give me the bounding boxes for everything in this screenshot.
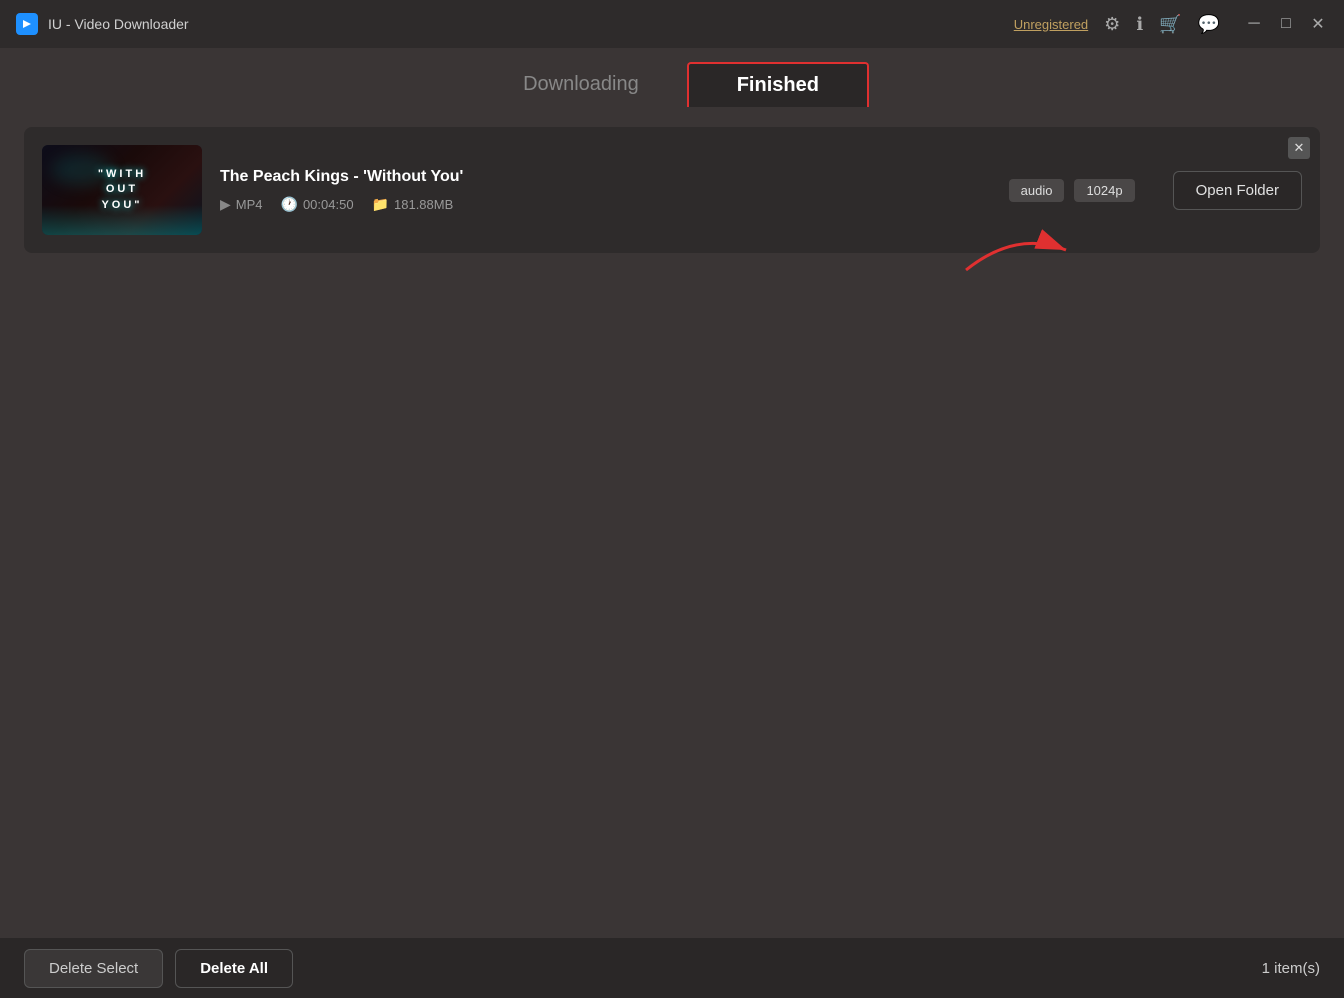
badge-quality: 1024p (1074, 179, 1134, 202)
item-count: 1 item(s) (1262, 960, 1320, 977)
app-icon (16, 13, 38, 35)
duration-icon: 🕐 (281, 196, 298, 213)
duration-label: 00:04:50 (303, 197, 354, 212)
tab-downloading[interactable]: Downloading (475, 63, 687, 106)
meta-format: ▶ MP4 (220, 196, 263, 213)
titlebar: IU - Video Downloader Unregistered ⚙ ℹ 🛒… (0, 0, 1344, 48)
app-title: IU - Video Downloader (48, 16, 189, 32)
open-folder-button[interactable]: Open Folder (1173, 171, 1302, 210)
chat-icon[interactable]: 💬 (1198, 14, 1220, 35)
item-title: The Peach Kings - 'Without You' (220, 168, 991, 186)
filesize-icon: 📁 (372, 196, 389, 213)
close-button[interactable]: ✕ (1308, 14, 1328, 34)
maximize-button[interactable]: □ (1276, 14, 1296, 34)
close-card-button[interactable]: ✕ (1288, 137, 1310, 159)
meta-filesize: 📁 181.88MB (372, 196, 454, 213)
bottombar: Delete Select Delete All 1 item(s) (0, 938, 1344, 998)
thumbnail-text: "WITHOUTYOU" (98, 167, 146, 213)
bottombar-left: Delete Select Delete All (24, 949, 293, 988)
main-content: "WITHOUTYOU" The Peach Kings - 'Without … (0, 107, 1344, 937)
meta-duration: 🕐 00:04:50 (281, 196, 354, 213)
unregistered-link[interactable]: Unregistered (1014, 17, 1088, 32)
cart-icon[interactable]: 🛒 (1159, 14, 1181, 35)
tab-finished[interactable]: Finished (687, 62, 869, 107)
window-controls: ─ □ ✕ (1244, 14, 1328, 34)
delete-all-button[interactable]: Delete All (175, 949, 293, 988)
item-info: The Peach Kings - 'Without You' ▶ MP4 🕐 … (220, 168, 991, 213)
delete-select-button[interactable]: Delete Select (24, 949, 163, 988)
format-icon: ▶ (220, 196, 231, 213)
titlebar-right: Unregistered ⚙ ℹ 🛒 💬 ─ □ ✕ (1014, 14, 1328, 35)
tabbar: Downloading Finished (0, 48, 1344, 107)
filesize-label: 181.88MB (394, 197, 453, 212)
info-icon[interactable]: ℹ (1136, 14, 1143, 35)
badge-audio: audio (1009, 179, 1065, 202)
minimize-button[interactable]: ─ (1244, 14, 1264, 34)
download-card: "WITHOUTYOU" The Peach Kings - 'Without … (24, 127, 1320, 253)
format-label: MP4 (236, 197, 263, 212)
item-badges: audio 1024p (1009, 179, 1135, 202)
settings-icon[interactable]: ⚙ (1104, 14, 1120, 35)
thumbnail: "WITHOUTYOU" (42, 145, 202, 235)
item-meta: ▶ MP4 🕐 00:04:50 📁 181.88MB (220, 196, 991, 213)
titlebar-left: IU - Video Downloader (16, 13, 189, 35)
